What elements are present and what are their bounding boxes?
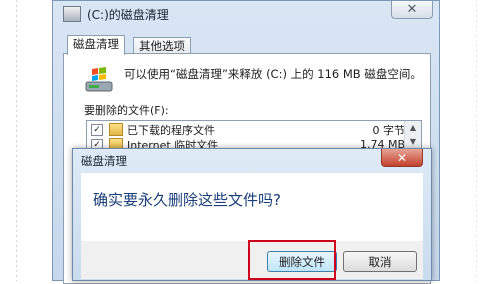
list-item[interactable]: ✓ 已下载的程序文件 0 字节 xyxy=(87,122,405,137)
window-close-button[interactable]: ✕ xyxy=(391,1,433,19)
page-border-dotted xyxy=(16,0,17,281)
file-name: 已下载的程序文件 xyxy=(127,123,215,137)
highlight-box xyxy=(248,240,336,280)
list-scrollbar[interactable]: ▲ ▼ xyxy=(404,121,421,151)
page-border-dotted-right xyxy=(476,0,477,281)
file-size: 0 字节 xyxy=(372,123,406,137)
folder-icon xyxy=(109,123,123,136)
window-title: (C:)的磁盘清理 xyxy=(87,7,169,22)
checkbox[interactable]: ✓ xyxy=(91,123,103,136)
window-titlebar: (C:)的磁盘清理 xyxy=(63,1,423,27)
tab-disk-cleanup[interactable]: 磁盘清理 xyxy=(67,35,125,55)
cancel-button[interactable]: 取消 xyxy=(343,251,417,272)
dialog-close-button[interactable]: ✕ xyxy=(381,149,423,167)
scroll-down-icon[interactable]: ▼ xyxy=(405,135,421,149)
files-to-delete-label: 要删除的文件(F): xyxy=(84,104,169,117)
scroll-up-icon[interactable]: ▲ xyxy=(405,121,421,135)
disk-cleanup-app-icon xyxy=(63,6,81,22)
dialog-message: 确实要永久删除这些文件吗? xyxy=(93,191,281,209)
dialog-body: 确实要永久删除这些文件吗? xyxy=(81,173,423,241)
dialog-title: 磁盘清理 xyxy=(81,154,127,168)
cleanup-description: 可以使用“磁盘清理”来释放 (C:) 上的 116 MB 磁盘空间。 xyxy=(124,67,422,81)
windows-drive-icon xyxy=(85,67,113,92)
